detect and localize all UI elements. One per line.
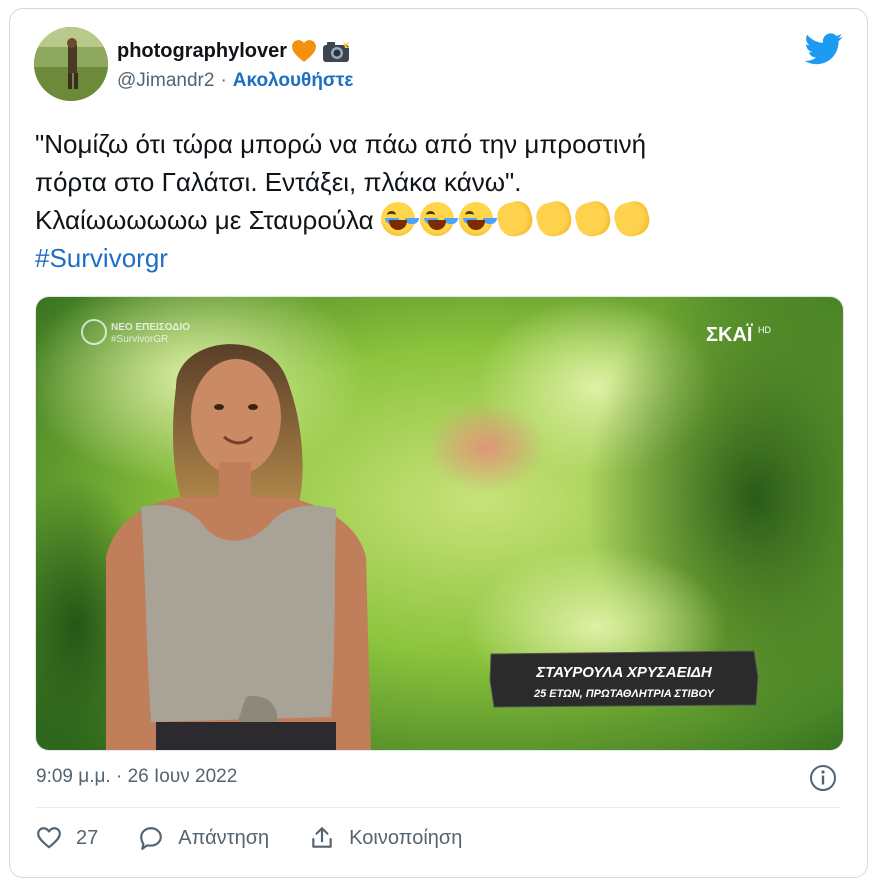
heart-icon [37, 827, 61, 849]
media-corner-overlay: ΝΕΟ ΕΠΕΙΣΟΔΙΟ [111, 322, 190, 333]
clapping-hands-emoji-icon [611, 198, 653, 240]
tweet-text-line-3: Κλαίωωωωωω με Σταυρούλα [35, 198, 835, 240]
like-button[interactable]: 27 [36, 825, 98, 851]
clapping-hands-emoji-icon [494, 198, 536, 240]
display-name[interactable]: photographylover [117, 40, 287, 63]
orange-heart-icon [292, 40, 316, 62]
divider [36, 807, 841, 808]
like-count: 27 [76, 826, 99, 849]
tears-of-joy-emoji-icon [419, 202, 454, 236]
lower-third-subtitle: 25 ΕΤΩΝ, ΠΡΩΤΑΘΛΗΤΡΙΑ ΣΤΙΒΟΥ [533, 688, 716, 700]
reply-bubble-icon [140, 827, 163, 850]
tears-of-joy-emoji-icon [458, 202, 493, 236]
handle-row: @Jimandr2 · Ακολουθήστε [117, 70, 353, 92]
avatar[interactable] [34, 27, 108, 101]
tears-of-joy-emoji-icon [380, 202, 415, 236]
share-label: Κοινοποίηση [349, 826, 463, 849]
share-button[interactable]: Κοινοποίηση [309, 825, 462, 851]
reply-label: Απάντηση [178, 826, 270, 849]
share-icon [312, 827, 332, 848]
separator-dot: · [220, 70, 227, 91]
tweet-media-image[interactable]: ΝΕΟ ΕΠΕΙΣΟΔΙΟ #SurvivorGR ΣΚΑΪ HD ΣΤΑΥΡΟ… [35, 296, 844, 751]
action-bar: 27 Απάντηση Κοινοποίηση [36, 825, 502, 851]
twitter-bird-icon[interactable] [805, 33, 843, 65]
tweet-text-line-2: πόρτα στο Γαλάτσι. Εντάξει, πλάκα κάνω". [35, 167, 522, 197]
tweet-text-line-3-words: Κλαίωωωωωω με Σταυρούλα [35, 205, 374, 235]
display-name-row[interactable]: photographylover [117, 39, 351, 63]
channel-hd-suffix: HD [758, 325, 771, 335]
clapping-hands-emoji-icon [572, 198, 614, 240]
lower-third-name: ΣΤΑΥΡΟΥΛΑ ΧΡΥΣΑΕΙΔΗ [535, 664, 713, 681]
channel-logo: ΣΚΑΪ [706, 323, 753, 346]
follow-link[interactable]: Ακολουθήστε [233, 70, 354, 92]
tweet-text: "Νομίζω ότι τώρα μπορώ να πάω από την μπ… [35, 125, 835, 277]
hashtag-link[interactable]: #Survivorgr [35, 239, 835, 277]
reply-button[interactable]: Απάντηση [138, 825, 269, 851]
info-icon[interactable] [809, 764, 837, 792]
tweet-text-line-1: "Νομίζω ότι τώρα μπορώ να πάω από την μπ… [35, 129, 647, 159]
camera-flash-icon [323, 40, 351, 62]
user-handle[interactable]: @Jimandr2 [117, 70, 214, 92]
tweet-card: photographylover @Jimandr2 · Ακολουθήστε… [9, 8, 868, 878]
tweet-timestamp[interactable]: 9:09 μ.μ. · 26 Ιουν 2022 [36, 766, 237, 788]
clapping-hands-emoji-icon [533, 198, 575, 240]
media-corner-hashtag: #SurvivorGR [111, 334, 168, 345]
